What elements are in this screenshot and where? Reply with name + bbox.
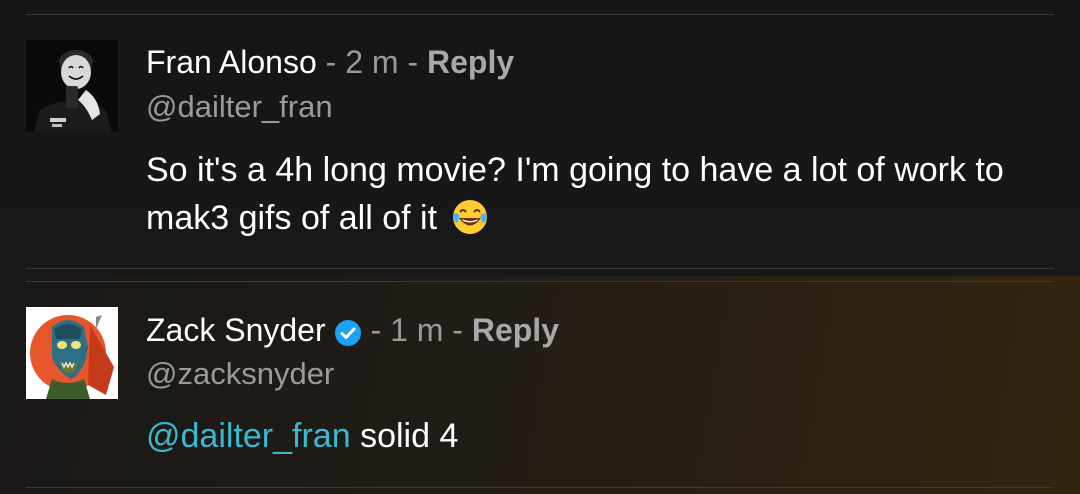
comment-text: @dailter_fran solid 4 xyxy=(146,412,1051,460)
divider xyxy=(26,268,1054,269)
divider xyxy=(26,14,1054,15)
timestamp: 1 m xyxy=(390,312,444,348)
separator: - xyxy=(316,44,346,80)
timestamp: 2 m xyxy=(345,44,399,80)
avatar[interactable] xyxy=(26,40,118,132)
verified-badge-icon xyxy=(334,316,362,346)
separator: - xyxy=(361,312,391,348)
author-handle[interactable]: @zacksnyder xyxy=(146,355,334,393)
comment-body: solid 4 xyxy=(350,417,459,455)
author-name[interactable]: Zack Snyder xyxy=(146,310,326,350)
separator: - xyxy=(398,44,427,80)
avatar[interactable] xyxy=(26,307,118,399)
comment-text: So it's a 4h long movie? I'm going to ha… xyxy=(146,146,1051,242)
separator: - xyxy=(443,312,472,348)
divider xyxy=(26,281,1054,282)
comment-header: Fran Alonso - 2 m - Reply xyxy=(146,42,514,82)
mention-link[interactable]: @dailter_fran xyxy=(146,417,351,455)
comment-body: So it's a 4h long movie? I'm going to ha… xyxy=(146,151,1004,237)
reply-button[interactable]: Reply xyxy=(472,310,559,350)
avatar-icon xyxy=(26,307,118,399)
author-name[interactable]: Fran Alonso xyxy=(146,42,317,82)
comment-header: Zack Snyder - 1 m - Reply xyxy=(146,310,559,350)
reply-button[interactable]: Reply xyxy=(427,42,514,82)
avatar-icon xyxy=(26,40,118,132)
face-with-tears-of-joy-icon xyxy=(450,197,490,237)
divider xyxy=(26,487,1054,488)
author-handle[interactable]: @dailter_fran xyxy=(146,88,333,126)
